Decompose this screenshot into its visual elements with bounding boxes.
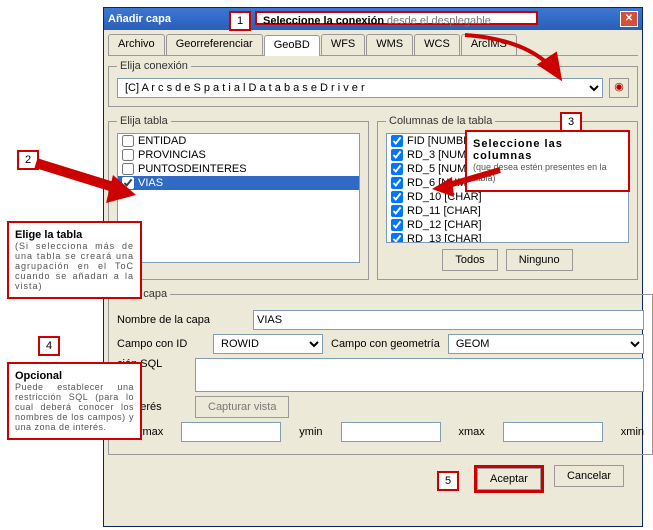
callout-number-2: 2 bbox=[17, 150, 39, 170]
id-field-label: Campo con ID bbox=[117, 338, 205, 350]
callout-number-5: 5 bbox=[437, 471, 459, 491]
sql-input[interactable] bbox=[195, 358, 644, 392]
callout-4: OpcionalPuede establecer una restricción… bbox=[7, 362, 142, 440]
columns-legend: Columnas de la tabla bbox=[386, 115, 495, 127]
tab-wms[interactable]: WMS bbox=[366, 34, 413, 55]
column-checkbox[interactable] bbox=[391, 135, 403, 147]
xmax-label: xmax bbox=[459, 426, 485, 438]
column-row[interactable]: RD_13 [CHAR] bbox=[387, 232, 628, 243]
xmin-label: xmin bbox=[621, 426, 644, 438]
callout-number-4: 4 bbox=[38, 336, 60, 356]
connection-legend: Elija conexión bbox=[117, 60, 191, 72]
id-field-select[interactable]: ROWID bbox=[213, 334, 323, 354]
table-row[interactable]: PROVINCIAS bbox=[118, 148, 359, 162]
table-row[interactable]: PUNTOSDEINTERES bbox=[118, 162, 359, 176]
select-none-button[interactable]: Ninguno bbox=[506, 249, 573, 271]
column-checkbox[interactable] bbox=[391, 205, 403, 217]
tables-group: Elija tabla ENTIDAD PROVINCIAS PUNTOSDEI… bbox=[108, 115, 369, 280]
connection-settings-icon[interactable]: ◉ bbox=[609, 78, 629, 98]
column-row[interactable]: RD_12 [CHAR] bbox=[387, 218, 628, 232]
layer-name-label: Nombre de la capa bbox=[117, 314, 245, 326]
ymin-input[interactable] bbox=[341, 422, 441, 442]
capture-view-button[interactable]: Capturar vista bbox=[195, 396, 289, 418]
column-checkbox[interactable] bbox=[391, 149, 403, 161]
accept-button[interactable]: Aceptar bbox=[477, 468, 541, 490]
tab-archivo[interactable]: Archivo bbox=[108, 34, 165, 55]
table-row-selected[interactable]: VIAS bbox=[118, 176, 359, 190]
tables-list[interactable]: ENTIDAD PROVINCIAS PUNTOSDEINTERES VIAS bbox=[117, 133, 360, 263]
dialog-window: Añadir capa ✕ Archivo Georreferenciar Ge… bbox=[103, 7, 643, 527]
tab-arcims[interactable]: ArcIMS bbox=[461, 34, 517, 55]
layer-options-group: le la capa Nombre de la capa Campo con I… bbox=[108, 288, 653, 455]
ymin-label: ymin bbox=[299, 426, 322, 438]
layer-name-input[interactable] bbox=[253, 310, 644, 330]
tables-legend: Elija tabla bbox=[117, 115, 171, 127]
callout-1: Seleccione la conexión desde el desplega… bbox=[255, 11, 538, 25]
tab-wcs[interactable]: WCS bbox=[414, 34, 460, 55]
column-checkbox[interactable] bbox=[391, 191, 403, 203]
callout-3: Seleccione las columnas(que desea estén … bbox=[465, 130, 630, 192]
connection-select[interactable]: [C] A r c s d e S p a t i a l D a t a b … bbox=[117, 78, 603, 98]
accept-highlight: Aceptar bbox=[474, 465, 544, 493]
column-checkbox[interactable] bbox=[391, 219, 403, 231]
close-icon[interactable]: ✕ bbox=[620, 11, 638, 27]
callout-number-3: 3 bbox=[560, 112, 582, 132]
column-checkbox[interactable] bbox=[391, 233, 403, 243]
table-checkbox[interactable] bbox=[122, 177, 134, 189]
tab-strip: Archivo Georreferenciar GeoBD WFS WMS WC… bbox=[108, 34, 638, 56]
tab-wfs[interactable]: WFS bbox=[321, 34, 365, 55]
xmax-input[interactable] bbox=[503, 422, 603, 442]
tab-geobd[interactable]: GeoBD bbox=[264, 35, 320, 56]
table-checkbox[interactable] bbox=[122, 149, 134, 161]
column-row[interactable]: RD_11 [CHAR] bbox=[387, 204, 628, 218]
select-all-button[interactable]: Todos bbox=[442, 249, 497, 271]
ymax-input[interactable] bbox=[181, 422, 281, 442]
callout-number-1: 1 bbox=[229, 11, 251, 31]
column-checkbox[interactable] bbox=[391, 163, 403, 175]
table-checkbox[interactable] bbox=[122, 135, 134, 147]
tab-georreferenciar[interactable]: Georreferenciar bbox=[166, 34, 263, 55]
table-checkbox[interactable] bbox=[122, 163, 134, 175]
column-checkbox[interactable] bbox=[391, 177, 403, 189]
connection-group: Elija conexión [C] A r c s d e S p a t i… bbox=[108, 60, 638, 107]
geom-field-label: Campo con geometría bbox=[331, 338, 440, 350]
geom-field-select[interactable]: GEOM bbox=[448, 334, 644, 354]
column-row[interactable]: RD_10 [CHAR] bbox=[387, 190, 628, 204]
cancel-button[interactable]: Cancelar bbox=[554, 465, 624, 487]
table-row[interactable]: ENTIDAD bbox=[118, 134, 359, 148]
callout-2: Elige la tabla(Si selecciona más de una … bbox=[7, 221, 142, 299]
